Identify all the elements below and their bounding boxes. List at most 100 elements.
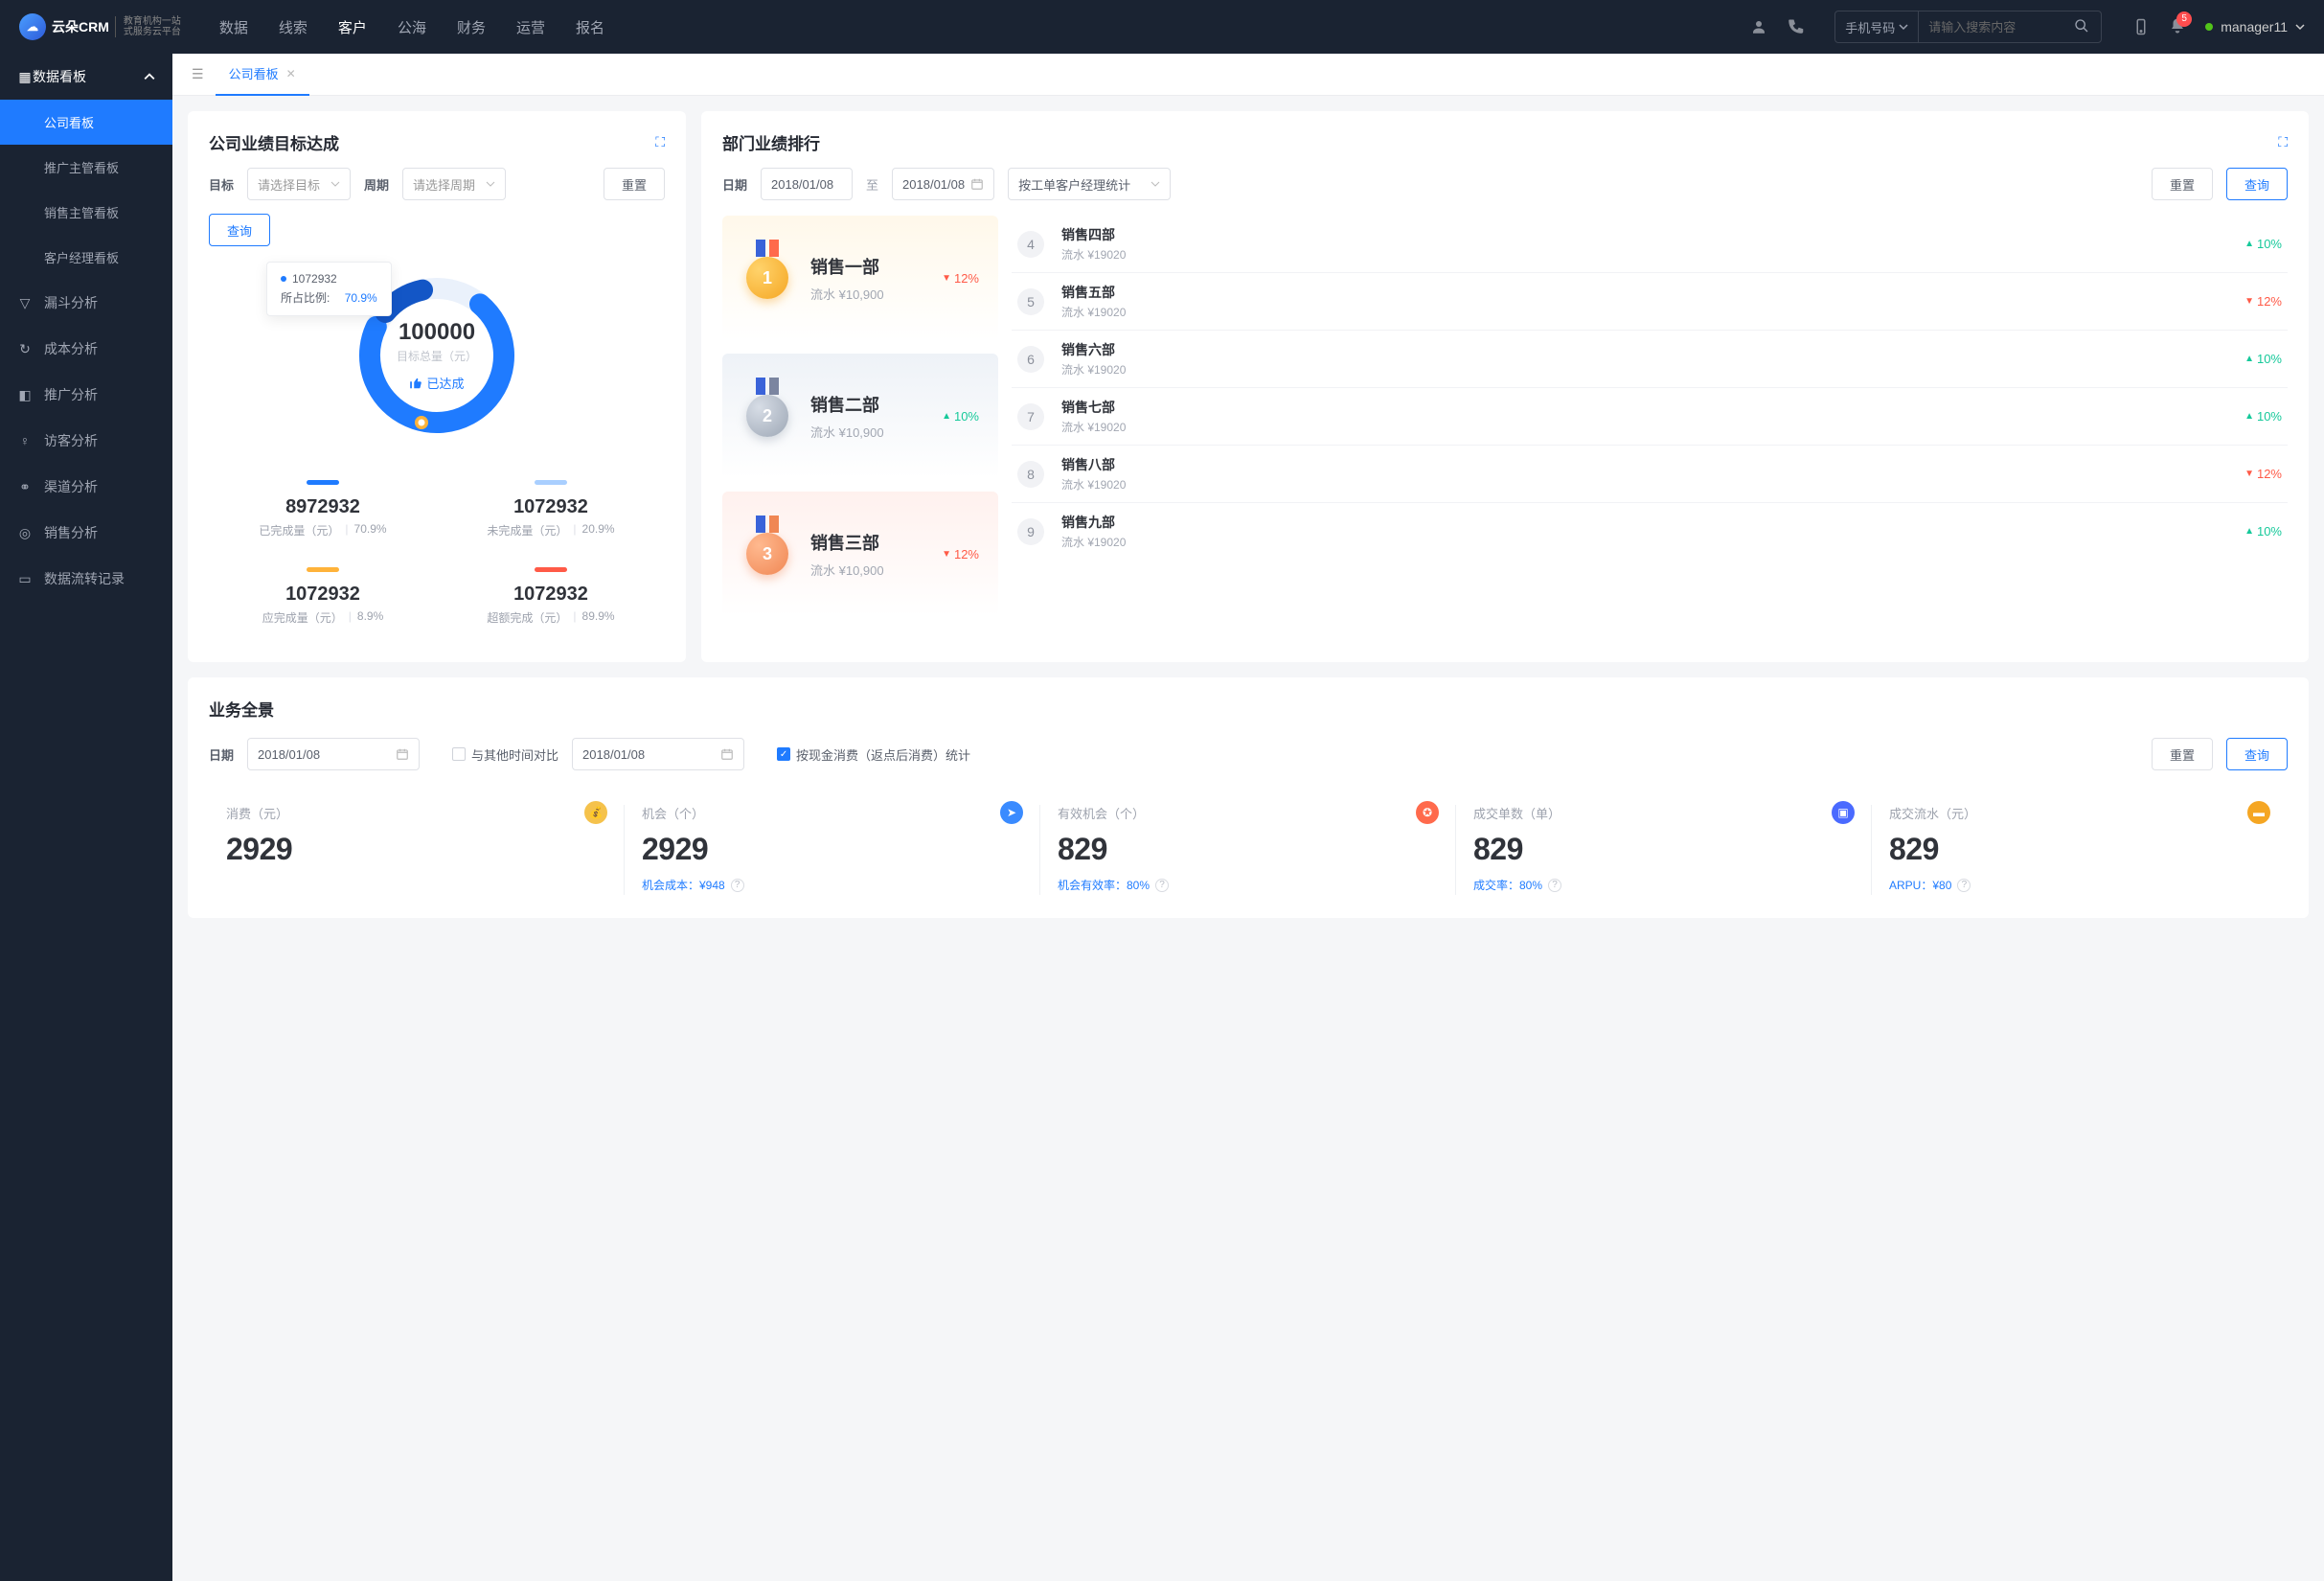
sidebar-item-访客分析[interactable]: ♀访客分析 (0, 418, 172, 464)
help-icon[interactable]: ? (731, 879, 744, 892)
kpi-label: 消费（元） (226, 804, 288, 822)
sidebar-item-推广分析[interactable]: ◧推广分析 (0, 372, 172, 418)
kpi-value: 829 (1058, 832, 1439, 867)
search-icon (2074, 18, 2089, 34)
sidebar-item-渠道分析[interactable]: ⚭渠道分析 (0, 464, 172, 510)
change-badge: ▼ 12% (2244, 294, 2282, 309)
compare-checkbox[interactable]: 与其他时间对比 (452, 745, 558, 764)
podium-card-3[interactable]: 3 销售三部 流水 ¥10,900 ▼12% (722, 492, 998, 616)
rank-row[interactable]: 8 销售八部 流水 ¥19020 ▼ 12% (1012, 446, 2288, 503)
sidebar-item-数据流转记录[interactable]: ▭数据流转记录 (0, 556, 172, 602)
phone-icon[interactable] (1787, 18, 1804, 35)
rank-row[interactable]: 4 销售四部 流水 ¥19020 ▲ 10% (1012, 216, 2288, 273)
nav-item-报名[interactable]: 报名 (576, 17, 604, 37)
logo[interactable]: ☁ 云朵CRM 教育机构一站 式服务云平台 (19, 13, 181, 40)
close-icon[interactable]: ✕ (286, 67, 296, 80)
collapse-sidebar-button[interactable]: ☰ (184, 62, 212, 86)
notifications[interactable]: 5 (2169, 17, 2186, 37)
sidebar-item-销售主管看板[interactable]: 销售主管看板 (0, 190, 172, 235)
channel-icon: ⚭ (17, 479, 33, 495)
query-button[interactable]: 查询 (2226, 738, 2288, 770)
sidebar-item-漏斗分析[interactable]: ▽漏斗分析 (0, 280, 172, 326)
kpi-sub: 机会有效率：80%? (1058, 877, 1439, 893)
sidebar-group-数据看板[interactable]: ▦数据看板 (0, 54, 172, 100)
donut-label: 目标总量（元） (397, 348, 477, 364)
search-input[interactable] (1919, 20, 2062, 34)
metric-label: 应完成量（元）|8.9% (209, 609, 437, 626)
card-title: 公司业绩目标达成 (209, 130, 339, 154)
tabs-bar: ☰ 公司看板 ✕ (172, 54, 2324, 96)
change-badge: ▲ 10% (2244, 237, 2282, 251)
date-from-input[interactable]: 2018/01/08 (761, 168, 853, 200)
help-icon[interactable]: ? (1957, 879, 1971, 892)
tab-公司看板[interactable]: 公司看板 ✕ (216, 54, 309, 96)
reset-button[interactable]: 重置 (2152, 738, 2213, 770)
kpi-label: 机会（个） (642, 804, 704, 822)
search-box: 手机号码 (1834, 11, 2102, 43)
sidebar-item-推广主管看板[interactable]: 推广主管看板 (0, 145, 172, 190)
rank-number: 5 (1017, 288, 1044, 315)
date-input-1[interactable]: 2018/01/08 (247, 738, 420, 770)
device-icon[interactable] (2132, 18, 2150, 35)
reset-button[interactable]: 重置 (2152, 168, 2213, 200)
rank-row[interactable]: 6 销售六部 流水 ¥19020 ▲ 10% (1012, 331, 2288, 388)
rank-row[interactable]: 7 销售七部 流水 ¥19020 ▲ 10% (1012, 388, 2288, 446)
select-stat-by[interactable]: 按工单客户经理统计 (1008, 168, 1171, 200)
user-menu[interactable]: manager11 (2205, 19, 2305, 34)
rank-row[interactable]: 9 销售九部 流水 ¥19020 ▲ 10% (1012, 503, 2288, 560)
nav-item-公海[interactable]: 公海 (398, 17, 426, 37)
nav-item-财务[interactable]: 财务 (457, 17, 486, 37)
chevron-up-icon (144, 71, 155, 82)
change-badge: ▲ 10% (2244, 409, 2282, 424)
change-badge: ▲ 10% (2244, 524, 2282, 538)
query-button[interactable]: 查询 (209, 214, 270, 246)
expand-icon[interactable]: ⛶ (2278, 134, 2288, 150)
user-icon[interactable] (1750, 18, 1767, 35)
search-button[interactable] (2062, 18, 2101, 36)
podium-card-1[interactable]: 1 销售一部 流水 ¥10,900 ▼12% (722, 216, 998, 340)
query-button[interactable]: 查询 (2226, 168, 2288, 200)
nav-item-客户[interactable]: 客户 (338, 17, 367, 37)
goal-metric: 8972932 已完成量（元）|70.9% (209, 469, 437, 556)
nav-item-数据[interactable]: 数据 (219, 17, 248, 37)
goal-donut-chart: 1072932 所占比例: 70.9% 100000 目标总量 (209, 246, 665, 449)
user-name: manager11 (2221, 19, 2288, 34)
reset-button[interactable]: 重置 (604, 168, 665, 200)
rank-sub: 流水 ¥19020 (1061, 361, 2244, 378)
rank-number: 7 (1017, 403, 1044, 430)
kpi-icon: ▣ (1832, 801, 1855, 824)
podium-name: 销售一部 (810, 254, 884, 279)
rank-row[interactable]: 5 销售五部 流水 ¥19020 ▼ 12% (1012, 273, 2288, 331)
date-to-input[interactable]: 2018/01/08 (892, 168, 994, 200)
kpi-label: 有效机会（个） (1058, 804, 1145, 822)
sidebar-item-公司看板[interactable]: 公司看板 (0, 100, 172, 145)
stat-checkbox[interactable]: ✓按现金消费（返点后消费）统计 (777, 745, 970, 764)
sidebar-item-成本分析[interactable]: ↻成本分析 (0, 326, 172, 372)
nav-item-运营[interactable]: 运营 (516, 17, 545, 37)
label-date: 日期 (209, 745, 234, 764)
search-type-select[interactable]: 手机号码 (1835, 11, 1919, 42)
arrow-icon: ▲ (2244, 411, 2254, 422)
dashboard-icon: ▦ (17, 69, 33, 85)
rank-name: 销售四部 (1061, 225, 2244, 244)
chevron-down-icon (1899, 22, 1908, 32)
podium-sub: 流水 ¥10,900 (810, 285, 884, 303)
select-period[interactable]: 请选择周期 (402, 168, 506, 200)
sales-icon: ◎ (17, 525, 33, 541)
help-icon[interactable]: ? (1548, 879, 1561, 892)
sidebar-item-销售分析[interactable]: ◎销售分析 (0, 510, 172, 556)
medal-icon: 3 (741, 522, 793, 585)
status-dot-icon (2205, 23, 2213, 31)
podium-card-2[interactable]: 2 销售二部 流水 ¥10,900 ▲10% (722, 354, 998, 478)
help-icon[interactable]: ? (1155, 879, 1169, 892)
rank-sub: 流水 ¥19020 (1061, 304, 2244, 320)
nav-item-线索[interactable]: 线索 (279, 17, 308, 37)
sidebar-item-客户经理看板[interactable]: 客户经理看板 (0, 235, 172, 280)
kpi-icon: ▬ (2247, 801, 2270, 824)
checkbox-icon (452, 747, 466, 761)
select-target[interactable]: 请选择目标 (247, 168, 351, 200)
expand-icon[interactable]: ⛶ (655, 134, 665, 150)
rank-sub: 流水 ¥19020 (1061, 534, 2244, 550)
donut-status: 已达成 (409, 374, 464, 392)
date-input-2[interactable]: 2018/01/08 (572, 738, 744, 770)
